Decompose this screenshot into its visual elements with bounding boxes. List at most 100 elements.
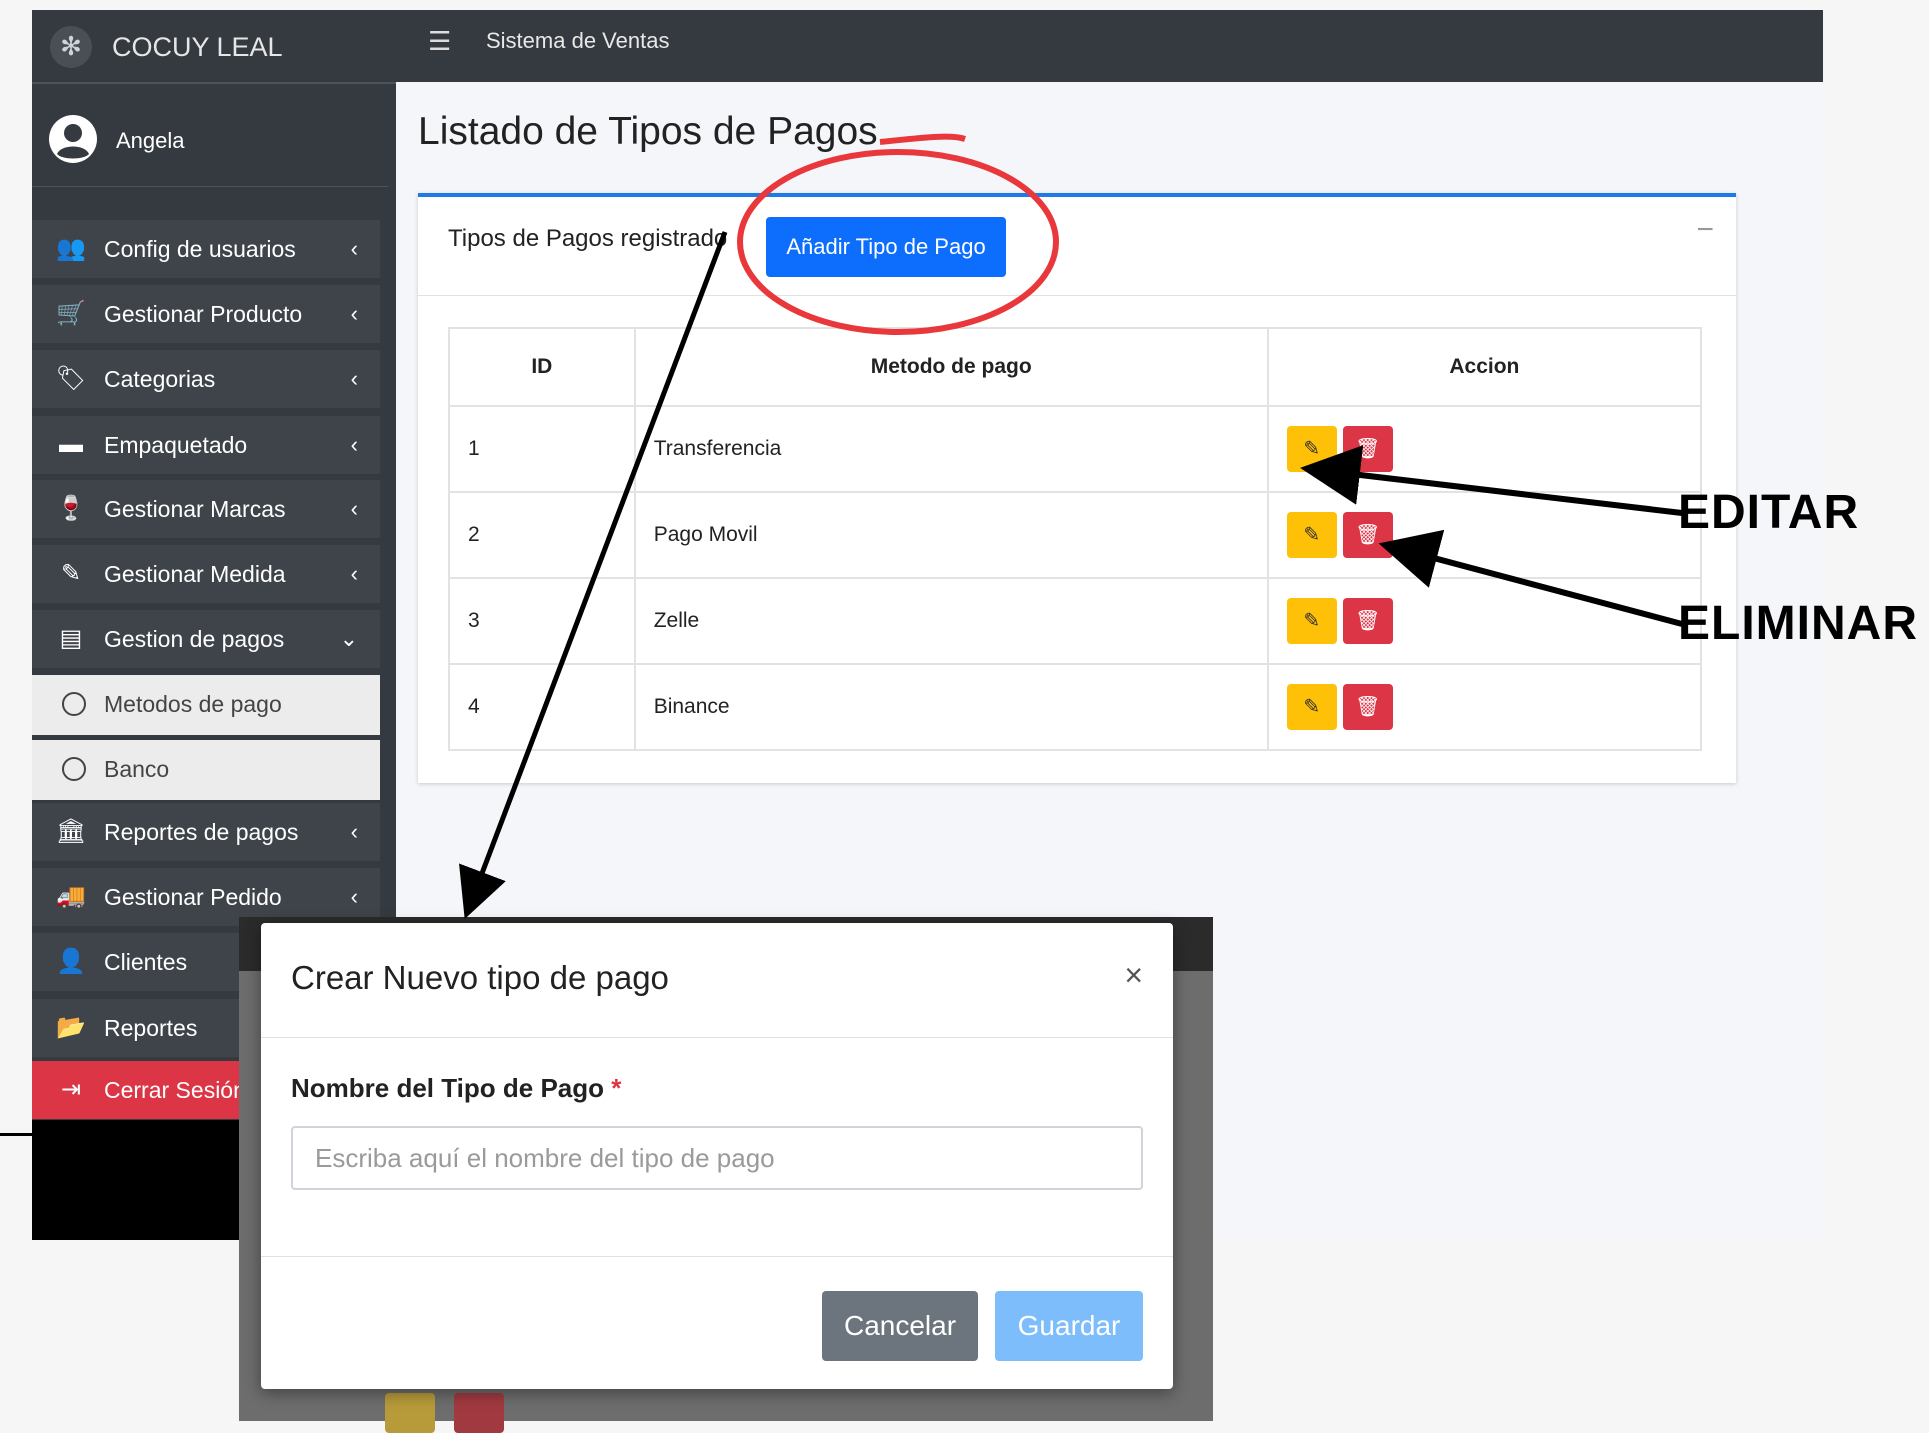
- edit-icon: ✎: [1303, 610, 1321, 632]
- edit-button[interactable]: ✎: [1286, 426, 1337, 472]
- card-header: Tipos de Pagos registrado Añadir Tipo de…: [418, 197, 1736, 296]
- sidebar-item-label: Reportes: [104, 1015, 198, 1041]
- user-circle-icon: [49, 115, 97, 163]
- dark-overlay-block: [32, 1120, 262, 1240]
- sidebar-item-label: Metodos de pago: [104, 691, 282, 717]
- chevron-left-icon: ‹: [350, 236, 358, 261]
- field-label: Nombre del Tipo de Pago *: [291, 1073, 621, 1104]
- payment-type-name-input[interactable]: [291, 1126, 1143, 1190]
- backdrop-delete-button: [454, 1393, 504, 1433]
- cell-method: Transferencia: [633, 405, 1269, 493]
- trash-icon: 🗑: [1355, 524, 1381, 546]
- truck-icon: 🚚: [56, 883, 86, 910]
- top-navbar: ☰ Sistema de Ventas: [396, 10, 1823, 82]
- sidebar-item-label: Config de usuarios: [104, 236, 296, 262]
- required-mark: *: [611, 1073, 622, 1103]
- sidebar-item-empaquetado[interactable]: ▬ Empaquetado ‹: [32, 416, 380, 474]
- payment-types-table: ID Metodo de pago Accion 1 Transferencia…: [448, 327, 1703, 751]
- close-icon[interactable]: ×: [1124, 957, 1143, 994]
- delete-button[interactable]: 🗑: [1342, 426, 1393, 472]
- sidebar-item-label: Reportes de pagos: [104, 819, 299, 845]
- edit-icon: ✎: [1303, 696, 1321, 718]
- collapse-icon[interactable]: −: [1696, 213, 1714, 247]
- chevron-down-icon: ⌄: [339, 626, 358, 651]
- sidebar-item-label: Gestionar Producto: [104, 301, 303, 327]
- chevron-left-icon: ‹: [350, 432, 358, 457]
- hamburger-icon[interactable]: ☰: [428, 28, 454, 54]
- sidebar-item-banco[interactable]: Banco: [32, 740, 380, 800]
- cancel-button[interactable]: Cancelar: [822, 1291, 978, 1361]
- cell-actions: ✎ 🗑: [1266, 491, 1703, 579]
- backdrop-edit-button: [385, 1393, 435, 1433]
- add-payment-type-button[interactable]: Añadir Tipo de Pago: [766, 217, 1006, 277]
- chevron-left-icon: ‹: [350, 561, 358, 586]
- edit-icon: ✎: [1303, 438, 1321, 460]
- cell-actions: ✎ 🗑: [1266, 663, 1703, 751]
- sidebar-item-gestionar-marcas[interactable]: 🍷 Gestionar Marcas ‹: [32, 480, 380, 538]
- cell-id: 1: [448, 405, 636, 493]
- box-icon: ▬: [59, 431, 83, 458]
- sidebar-item-reportes-pagos[interactable]: 🏛 Reportes de pagos ‹: [32, 803, 380, 861]
- sidebar-item-label: Categorias: [104, 366, 216, 392]
- delete-button[interactable]: 🗑: [1342, 598, 1393, 644]
- trash-icon: 🗑: [1355, 696, 1381, 718]
- column-header-action: Accion: [1266, 327, 1703, 407]
- trash-icon: 🗑: [1355, 610, 1381, 632]
- delete-callout: ELIMINAR: [1678, 597, 1918, 650]
- modal-header: Crear Nuevo tipo de pago ×: [261, 923, 1173, 1038]
- delete-button[interactable]: 🗑: [1342, 512, 1393, 558]
- sidebar-item-label: Empaquetado: [104, 432, 248, 458]
- user-name: Angela: [116, 128, 185, 153]
- logout-icon: ⇥: [60, 1076, 82, 1103]
- column-header-method: Metodo de pago: [633, 327, 1269, 407]
- column-header-id: ID: [448, 327, 636, 407]
- bank-icon: 🏛: [55, 818, 87, 845]
- chevron-left-icon: ‹: [350, 366, 358, 391]
- sidebar-item-label: Banco: [104, 756, 170, 782]
- circle-icon: [62, 692, 86, 716]
- brand-link[interactable]: ✻ COCUY LEAL: [32, 10, 396, 84]
- users-icon: 👥: [56, 235, 86, 262]
- cell-id: 3: [448, 577, 636, 665]
- sidebar-item-gestionar-medida[interactable]: ✎ Gestionar Medida ‹: [32, 545, 380, 603]
- sidebar-item-config-usuarios[interactable]: 👥 Config de usuarios ‹: [32, 220, 380, 278]
- trash-icon: 🗑: [1355, 438, 1381, 460]
- chevron-left-icon: ‹: [350, 884, 358, 909]
- user-panel[interactable]: Angela: [32, 90, 388, 187]
- edit-button[interactable]: ✎: [1286, 598, 1337, 644]
- table-row: 4 Binance ✎ 🗑: [448, 663, 1703, 751]
- tags-icon: 🏷: [55, 365, 87, 392]
- sidebar-item-gestion-pagos[interactable]: ▤ Gestion de pagos ⌄: [32, 610, 380, 668]
- brand-name: COCUY LEAL: [112, 32, 283, 62]
- cell-actions: ✎ 🗑: [1266, 577, 1703, 665]
- table-row: 2 Pago Movil ✎ 🗑: [448, 491, 1703, 579]
- field-label-text: Nombre del Tipo de Pago: [291, 1073, 605, 1103]
- circle-icon: [62, 757, 86, 781]
- table-row: 3 Zelle ✎ 🗑: [448, 577, 1703, 665]
- modal-footer: Cancelar Guardar: [261, 1256, 1173, 1390]
- sidebar-item-label: Gestion de pagos: [104, 626, 285, 652]
- edit-button[interactable]: ✎: [1286, 684, 1337, 730]
- save-button[interactable]: Guardar: [995, 1291, 1143, 1361]
- create-payment-type-modal: Crear Nuevo tipo de pago × Nombre del Ti…: [261, 923, 1173, 1389]
- sidebar-item-label: Gestionar Pedido: [104, 884, 282, 910]
- cart-icon: 🛒: [56, 300, 86, 327]
- cell-id: 4: [448, 663, 636, 751]
- sidebar-item-label: Cerrar Sesión: [104, 1077, 246, 1103]
- card-title: Tipos de Pagos registrado: [448, 225, 728, 252]
- cell-method: Binance: [633, 663, 1269, 751]
- cell-actions: ✎ 🗑: [1266, 405, 1703, 493]
- cell-method: Zelle: [633, 577, 1269, 665]
- edit-button[interactable]: ✎: [1286, 512, 1337, 558]
- folder-icon: 📂: [56, 1014, 86, 1041]
- delete-button[interactable]: 🗑: [1342, 684, 1393, 730]
- sidebar-item-gestionar-producto[interactable]: 🛒 Gestionar Producto ‹: [32, 285, 380, 343]
- cell-id: 2: [448, 491, 636, 579]
- user-tie-icon: 👤: [56, 948, 86, 975]
- payment-types-card: Tipos de Pagos registrado Añadir Tipo de…: [418, 193, 1736, 783]
- navbar-title: Sistema de Ventas: [486, 28, 670, 53]
- sidebar-item-metodos-pago[interactable]: Metodos de pago: [32, 675, 380, 735]
- table-row: 1 Transferencia ✎ 🗑: [448, 405, 1703, 493]
- cell-method: Pago Movil: [633, 491, 1269, 579]
- sidebar-item-categorias[interactable]: 🏷 Categorias ‹: [32, 350, 380, 408]
